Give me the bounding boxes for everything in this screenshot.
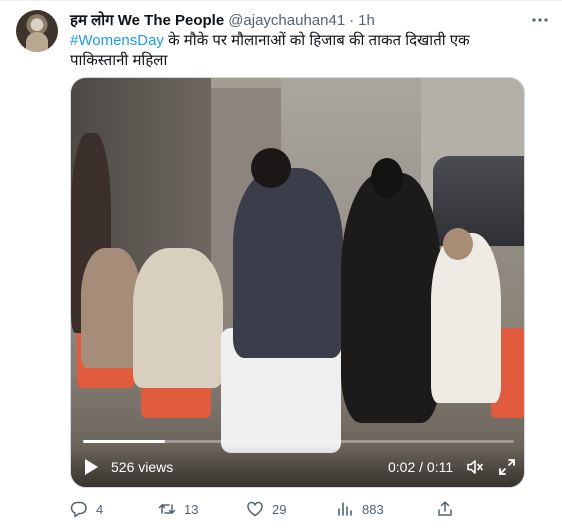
author-handle[interactable]: @ajaychauhan41 — [228, 12, 345, 29]
video-progress-bar[interactable] — [83, 440, 514, 443]
top-divider — [0, 0, 562, 1]
person-figure — [133, 248, 223, 388]
person-head — [443, 228, 473, 260]
video-timer: 0:02 / 0:11 — [388, 459, 454, 475]
reply-icon — [70, 501, 87, 518]
play-icon[interactable] — [83, 458, 99, 476]
reply-button[interactable]: 4 — [70, 499, 103, 519]
video-frame — [71, 78, 524, 487]
avatar[interactable] — [16, 10, 58, 52]
like-count: 29 — [272, 501, 287, 517]
person-head — [251, 148, 291, 188]
video-controls: 526 views 0:02 / 0:11 — [71, 446, 524, 487]
retweet-icon — [158, 504, 176, 514]
separator-dot: · — [349, 11, 355, 29]
analytics-button[interactable]: 883 — [336, 499, 384, 519]
view-count: 883 — [362, 501, 384, 517]
author-name[interactable]: हम लोग We The People — [70, 10, 224, 30]
tweet-header: हम लोग We The People @ajaychauhan41 · 1h — [70, 10, 550, 30]
hashtag-link[interactable]: #WomensDay — [70, 32, 164, 49]
fullscreen-icon[interactable] — [498, 458, 516, 476]
analytics-icon — [338, 502, 352, 516]
person-figure — [431, 233, 501, 403]
tweet-text: #WomensDay के मौके पर मौलानाओं को हिजाब … — [70, 31, 530, 71]
person-figure — [81, 248, 141, 368]
person-figure — [341, 173, 441, 423]
volume-muted-icon[interactable] — [466, 458, 484, 476]
person-head — [371, 158, 403, 198]
video-view-count: 526 views — [111, 459, 174, 475]
tweet-actions: 4 13 29 883 — [70, 499, 530, 521]
video-player[interactable]: 526 views 0:02 / 0:11 — [70, 77, 525, 488]
heart-icon — [247, 501, 263, 517]
tweet-time[interactable]: 1h — [358, 12, 375, 29]
retweet-count: 13 — [184, 501, 199, 517]
retweet-button[interactable]: 13 — [158, 499, 198, 519]
person-figure — [233, 168, 343, 358]
like-button[interactable]: 29 — [246, 499, 286, 519]
reply-count: 4 — [96, 501, 104, 517]
share-icon — [438, 501, 452, 516]
video-progress-fill — [83, 440, 165, 443]
share-button[interactable] — [436, 499, 462, 519]
more-options-icon[interactable] — [530, 10, 550, 30]
